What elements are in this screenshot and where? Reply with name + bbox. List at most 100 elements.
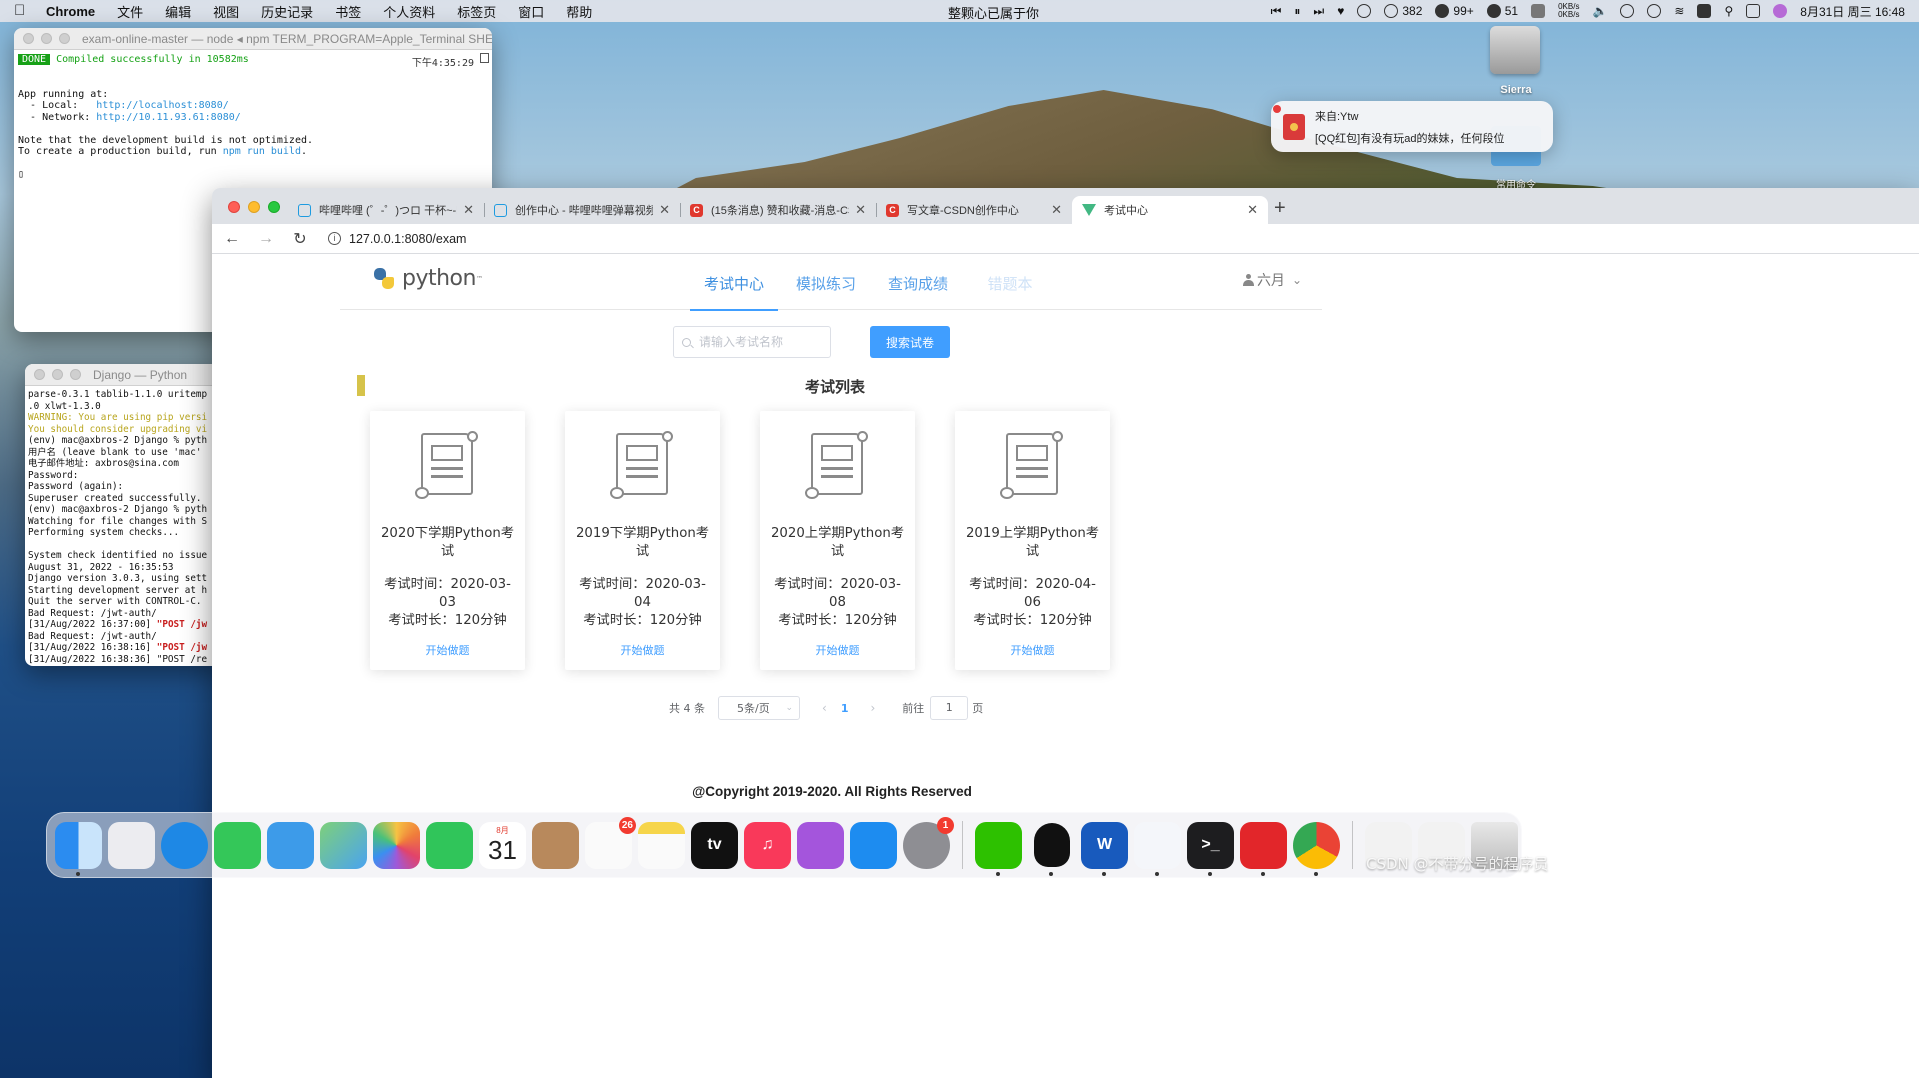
word-icon[interactable]: W [1081, 821, 1128, 876]
menu-tabs[interactable]: 标签页 [457, 2, 496, 21]
tab-csdn-write[interactable]: C 写文章-CSDN创作中心 ✕ [876, 196, 1072, 224]
sierra-disk-icon[interactable] [1490, 26, 1540, 74]
goto-page-input[interactable]: 1 [930, 696, 969, 720]
nav-exam-center[interactable]: 考试中心 [688, 254, 780, 311]
disk-label[interactable]: Sierra [1488, 84, 1544, 96]
python-logo[interactable]: python ™ [372, 266, 483, 291]
safari-icon[interactable] [161, 821, 208, 869]
app-store-icon[interactable] [850, 821, 897, 869]
minimize-window-button[interactable] [52, 369, 63, 380]
menu-app-name[interactable]: Chrome [46, 4, 95, 19]
minimize-window-button[interactable] [248, 201, 260, 213]
photos-icon[interactable] [373, 821, 420, 869]
network-url[interactable]: http://10.11.93.61:8080/ [96, 112, 241, 123]
wifi-icon[interactable]: ≋ [1674, 4, 1684, 18]
terminal-titlebar[interactable]: exam-online-master — node ◂ npm TERM_PRO… [14, 28, 492, 50]
close-icon[interactable]: ✕ [659, 202, 670, 218]
chrome-window[interactable]: 哔哩哔哩 (゜-゜)つロ 干杯~-bilibili ✕ 创作中心 - 哔哩哔哩弹… [212, 188, 1919, 1078]
tv-icon[interactable]: tv [691, 821, 738, 869]
system-preferences-icon[interactable]: 1 [903, 816, 954, 869]
close-icon[interactable]: ✕ [855, 202, 866, 218]
back-icon[interactable]: ← [224, 230, 240, 248]
netease-music-icon[interactable] [1240, 821, 1287, 876]
url-text[interactable]: 127.0.0.1:8080/exam [349, 232, 466, 246]
close-window-button[interactable] [23, 33, 34, 44]
minimize-window-button[interactable] [41, 33, 52, 44]
now-playing-text[interactable]: 整颗心已属于你 [948, 3, 1039, 22]
zoom-window-button[interactable] [59, 33, 70, 44]
site-info-icon[interactable]: i [328, 232, 341, 245]
maps-icon[interactable] [320, 821, 367, 869]
close-icon[interactable]: ✕ [1247, 202, 1258, 218]
nav-scores[interactable]: 查询成绩 [872, 254, 964, 310]
exam-card[interactable]: 2019下学期Python考试 考试时间：2020-03-04 考试时长：120… [565, 411, 720, 670]
music-icon[interactable]: ♫ [744, 821, 791, 869]
terminal-window-django[interactable]: Django — Python parse-0.3.1 tablib-1.1.0… [25, 364, 225, 666]
menubar-clock[interactable]: 8月31日 周三 16:48 [1800, 3, 1905, 20]
user-menu[interactable]: 六月 ⌄ [1242, 270, 1302, 290]
user-circle-icon[interactable] [1647, 4, 1662, 18]
next-page-icon[interactable]: › [870, 701, 875, 715]
finder-icon[interactable] [55, 821, 102, 876]
menu-view[interactable]: 视图 [213, 2, 239, 21]
menu-help[interactable]: 帮助 [566, 2, 592, 21]
previous-track-icon[interactable]: ⏮ [1271, 4, 1282, 19]
close-window-button[interactable] [34, 369, 45, 380]
menu-profiles[interactable]: 个人资料 [383, 2, 435, 21]
cat-icon[interactable] [1531, 4, 1546, 18]
input-method-icon[interactable] [1697, 4, 1712, 18]
next-track-icon[interactable]: ⏭ [1313, 4, 1324, 19]
reload-icon[interactable]: ↻ [292, 229, 308, 249]
menu-edit[interactable]: 编辑 [165, 2, 191, 21]
qq-browser-icon[interactable] [1134, 821, 1181, 876]
qq-browser-tray[interactable]: 382 [1384, 4, 1422, 18]
menu-history[interactable]: 历史记录 [261, 2, 313, 21]
pause-icon[interactable]: ⏸ [1294, 4, 1300, 19]
control-center-icon[interactable] [1746, 4, 1761, 18]
exam-card[interactable]: 2020下学期Python考试 考试时间：2020-03-03 考试时长：120… [370, 411, 525, 670]
start-exam-link[interactable]: 开始做题 [768, 642, 907, 658]
terminal-output[interactable]: DONE Compiled successfully in 10582ms Ap… [14, 50, 492, 185]
close-window-button[interactable] [228, 201, 240, 213]
address-bar[interactable]: i 127.0.0.1:8080/exam [328, 232, 466, 246]
close-icon[interactable]: ✕ [463, 202, 474, 218]
calendar-icon[interactable]: 8月 31 [479, 821, 526, 869]
start-exam-link[interactable]: 开始做题 [963, 642, 1102, 658]
search-input[interactable] [699, 335, 819, 349]
tab-csdn-messages[interactable]: C (15条消息) 赞和收藏-消息-CSDN ✕ [680, 196, 876, 224]
netease-tray-icon[interactable] [1357, 4, 1372, 18]
heart-icon[interactable]: ♥ [1337, 4, 1344, 18]
zoom-window-button[interactable] [268, 201, 280, 213]
qq-icon[interactable] [1028, 822, 1075, 876]
terminal-output-django[interactable]: parse-0.3.1 tablib-1.1.0 uritemp .0 xlwt-… [25, 386, 225, 666]
messages-icon[interactable] [214, 821, 261, 869]
page-number[interactable]: 1 [841, 702, 849, 715]
prev-page-icon[interactable]: ‹ [822, 701, 827, 715]
close-icon[interactable]: ✕ [1051, 202, 1062, 218]
contacts-icon[interactable] [532, 821, 579, 869]
wechat-tray[interactable]: 51 [1486, 4, 1518, 18]
wechat-icon[interactable] [975, 821, 1022, 876]
facetime-icon[interactable] [426, 821, 473, 869]
qq-notification[interactable]: 来自:Ytw [QQ红包]有没有玩ad的妹妹，任何段位 [1271, 101, 1553, 152]
mail-icon[interactable] [267, 821, 314, 869]
local-url[interactable]: http://localhost:8080/ [96, 100, 228, 111]
notes-icon[interactable] [638, 821, 685, 869]
terminal-titlebar-django[interactable]: Django — Python [25, 364, 225, 386]
terminal-icon[interactable]: >_ [1187, 821, 1234, 876]
nav-wrong-questions[interactable]: 错题本 [964, 254, 1056, 310]
reminders-icon[interactable]: 26 [585, 816, 636, 869]
exam-card[interactable]: 2020上学期Python考试 考试时间：2020-03-08 考试时长：120… [760, 411, 915, 670]
tab-bilibili[interactable]: 哔哩哔哩 (゜-゜)つロ 干杯~-bilibili ✕ [288, 196, 484, 224]
tab-exam-center[interactable]: 考试中心 ✕ [1072, 196, 1268, 224]
forward-icon[interactable]: → [258, 230, 274, 248]
zoom-window-button[interactable] [70, 369, 81, 380]
exam-card[interactable]: 2019上学期Python考试 考试时间：2020-04-06 考试时长：120… [955, 411, 1110, 670]
new-tab-button[interactable]: + [1274, 197, 1286, 220]
menu-file[interactable]: 文件 [117, 2, 143, 21]
play-circle-icon[interactable] [1620, 4, 1635, 18]
start-exam-link[interactable]: 开始做题 [378, 642, 517, 658]
nav-practice[interactable]: 模拟练习 [780, 254, 872, 310]
qq-tray[interactable]: 99+ [1435, 4, 1474, 18]
page-size-select[interactable]: 5条/页 ⌄ [718, 696, 800, 720]
